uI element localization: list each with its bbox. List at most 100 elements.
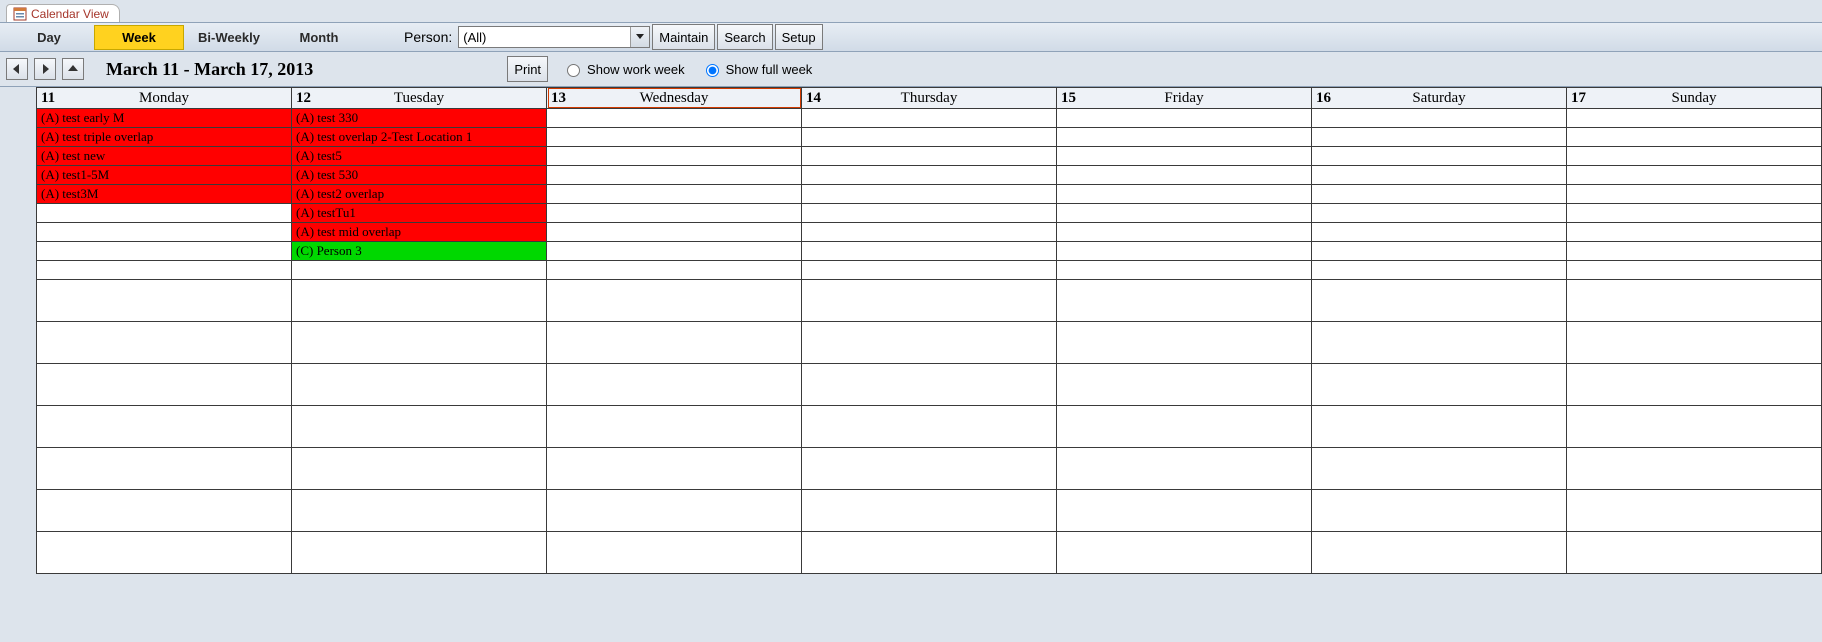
- empty-cell[interactable]: [802, 406, 1056, 448]
- empty-cell[interactable]: [1057, 261, 1311, 280]
- next-button[interactable]: [34, 58, 56, 80]
- empty-cell[interactable]: [1567, 128, 1821, 147]
- empty-cell[interactable]: [1567, 448, 1821, 490]
- empty-cell[interactable]: [1567, 532, 1821, 574]
- empty-cell[interactable]: [802, 448, 1056, 490]
- empty-cell[interactable]: [1567, 364, 1821, 406]
- empty-cell[interactable]: [547, 261, 801, 280]
- empty-cell[interactable]: [1057, 223, 1311, 242]
- empty-cell[interactable]: [547, 147, 801, 166]
- event-cell[interactable]: (A) test new: [37, 147, 291, 166]
- empty-cell[interactable]: [37, 242, 291, 261]
- empty-cell[interactable]: [1567, 261, 1821, 280]
- empty-cell[interactable]: [37, 280, 291, 322]
- empty-cell[interactable]: [547, 128, 801, 147]
- event-cell[interactable]: (A) test 330: [292, 109, 546, 128]
- tab-calendar-view[interactable]: Calendar View: [6, 4, 120, 22]
- up-button[interactable]: [62, 58, 84, 80]
- empty-cell[interactable]: [802, 109, 1056, 128]
- empty-cell[interactable]: [1567, 280, 1821, 322]
- empty-cell[interactable]: [1312, 242, 1566, 261]
- empty-cell[interactable]: [802, 242, 1056, 261]
- empty-cell[interactable]: [802, 280, 1056, 322]
- empty-cell[interactable]: [547, 280, 801, 322]
- day-header[interactable]: 11Monday: [36, 87, 292, 109]
- empty-cell[interactable]: [292, 261, 546, 280]
- empty-cell[interactable]: [1312, 490, 1566, 532]
- empty-cell[interactable]: [1567, 109, 1821, 128]
- show-work-week-radio[interactable]: [567, 64, 580, 77]
- empty-cell[interactable]: [802, 166, 1056, 185]
- day-header[interactable]: 12Tuesday: [292, 87, 547, 109]
- empty-cell[interactable]: [1057, 166, 1311, 185]
- empty-cell[interactable]: [37, 532, 291, 574]
- empty-cell[interactable]: [547, 242, 801, 261]
- event-cell[interactable]: (A) test2 overlap: [292, 185, 546, 204]
- empty-cell[interactable]: [1057, 204, 1311, 223]
- view-month-button[interactable]: Month: [274, 25, 364, 50]
- empty-cell[interactable]: [1312, 185, 1566, 204]
- event-cell[interactable]: (A) test5: [292, 147, 546, 166]
- empty-cell[interactable]: [1057, 364, 1311, 406]
- empty-cell[interactable]: [1057, 147, 1311, 166]
- empty-cell[interactable]: [802, 261, 1056, 280]
- empty-cell[interactable]: [1567, 322, 1821, 364]
- empty-cell[interactable]: [1312, 364, 1566, 406]
- day-header[interactable]: 14Thursday: [802, 87, 1057, 109]
- day-header[interactable]: 15Friday: [1057, 87, 1312, 109]
- empty-cell[interactable]: [292, 490, 546, 532]
- empty-cell[interactable]: [37, 406, 291, 448]
- empty-cell[interactable]: [1312, 147, 1566, 166]
- empty-cell[interactable]: [1057, 109, 1311, 128]
- empty-cell[interactable]: [1312, 261, 1566, 280]
- empty-cell[interactable]: [1567, 147, 1821, 166]
- empty-cell[interactable]: [547, 448, 801, 490]
- event-cell[interactable]: (A) testTu1: [292, 204, 546, 223]
- empty-cell[interactable]: [802, 128, 1056, 147]
- setup-button[interactable]: Setup: [775, 24, 823, 50]
- empty-cell[interactable]: [1057, 490, 1311, 532]
- empty-cell[interactable]: [37, 223, 291, 242]
- empty-cell[interactable]: [1567, 223, 1821, 242]
- empty-cell[interactable]: [1057, 448, 1311, 490]
- empty-cell[interactable]: [802, 147, 1056, 166]
- empty-cell[interactable]: [1312, 406, 1566, 448]
- empty-cell[interactable]: [1057, 322, 1311, 364]
- empty-cell[interactable]: [802, 532, 1056, 574]
- empty-cell[interactable]: [547, 185, 801, 204]
- empty-cell[interactable]: [1312, 204, 1566, 223]
- empty-cell[interactable]: [1057, 185, 1311, 204]
- empty-cell[interactable]: [1057, 280, 1311, 322]
- event-cell[interactable]: (A) test overlap 2-Test Location 1: [292, 128, 546, 147]
- empty-cell[interactable]: [1312, 109, 1566, 128]
- empty-cell[interactable]: [1567, 242, 1821, 261]
- empty-cell[interactable]: [1312, 322, 1566, 364]
- empty-cell[interactable]: [1567, 204, 1821, 223]
- event-cell[interactable]: (A) test early M: [37, 109, 291, 128]
- day-header[interactable]: 17Sunday: [1567, 87, 1822, 109]
- empty-cell[interactable]: [802, 185, 1056, 204]
- search-button[interactable]: Search: [717, 24, 772, 50]
- empty-cell[interactable]: [1057, 242, 1311, 261]
- empty-cell[interactable]: [802, 322, 1056, 364]
- event-cell[interactable]: (A) test mid overlap: [292, 223, 546, 242]
- empty-cell[interactable]: [1567, 490, 1821, 532]
- empty-cell[interactable]: [292, 280, 546, 322]
- view-biweekly-button[interactable]: Bi-Weekly: [184, 25, 274, 50]
- empty-cell[interactable]: [547, 166, 801, 185]
- day-header[interactable]: 13Wednesday: [547, 87, 802, 109]
- empty-cell[interactable]: [1312, 128, 1566, 147]
- empty-cell[interactable]: [802, 490, 1056, 532]
- empty-cell[interactable]: [37, 322, 291, 364]
- empty-cell[interactable]: [1567, 185, 1821, 204]
- event-cell[interactable]: (A) test3M: [37, 185, 291, 204]
- empty-cell[interactable]: [1057, 532, 1311, 574]
- show-full-week-label[interactable]: Show full week: [726, 62, 813, 77]
- maintain-button[interactable]: Maintain: [652, 24, 715, 50]
- empty-cell[interactable]: [37, 364, 291, 406]
- empty-cell[interactable]: [1057, 406, 1311, 448]
- empty-cell[interactable]: [547, 204, 801, 223]
- view-week-button[interactable]: Week: [94, 25, 184, 50]
- person-combobox[interactable]: (All): [458, 26, 650, 48]
- empty-cell[interactable]: [292, 448, 546, 490]
